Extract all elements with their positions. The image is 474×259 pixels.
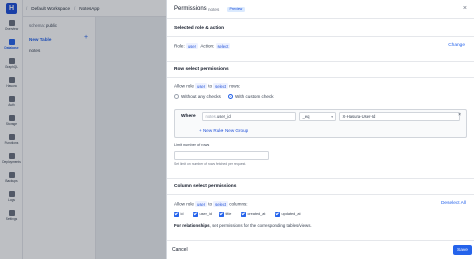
divider bbox=[167, 61, 474, 62]
close-icon[interactable]: × bbox=[463, 5, 467, 12]
where-rule-builder: Where notes.user_id _eq ▾ X-Hasura-User-I… bbox=[174, 109, 467, 138]
column-select[interactable]: notes.user_id bbox=[202, 112, 296, 121]
checkbox-checked-icon bbox=[174, 212, 179, 217]
selected-role-title: Selected role & action bbox=[174, 26, 225, 31]
checkbox-checked-icon bbox=[219, 212, 224, 217]
value-input[interactable]: X-Hasura-User-Id bbox=[339, 112, 460, 121]
column-checkbox-id[interactable]: id bbox=[174, 212, 183, 217]
column-checkbox-created-at[interactable]: created_at bbox=[241, 212, 265, 217]
checkbox-checked-icon bbox=[241, 212, 246, 217]
save-button[interactable]: Save bbox=[453, 245, 472, 255]
delete-rule-icon[interactable]: × bbox=[458, 112, 461, 118]
custom-check-radio[interactable]: With custom check bbox=[228, 94, 274, 100]
divider bbox=[167, 77, 474, 78]
change-button[interactable]: Change bbox=[448, 43, 465, 48]
relationships-note: For relationships, set permissions for t… bbox=[174, 223, 312, 228]
divider bbox=[167, 194, 474, 195]
drawer-title: Permissions bbox=[174, 6, 207, 12]
radio-selected-icon bbox=[228, 94, 233, 100]
limit-hint: Set limit on number of rows fetched per … bbox=[174, 162, 247, 166]
operator-select[interactable]: _eq ▾ bbox=[299, 112, 336, 121]
column-checkbox-updated-at[interactable]: updated_at bbox=[275, 212, 301, 217]
checkbox-checked-icon bbox=[193, 212, 198, 217]
radio-icon bbox=[174, 94, 179, 100]
new-group-button[interactable]: + New Group bbox=[221, 128, 248, 133]
checkbox-checked-icon bbox=[275, 212, 280, 217]
column-checkbox-user-id[interactable]: user_id bbox=[193, 212, 212, 217]
limit-label: Limit number of rows bbox=[174, 143, 210, 147]
column-checkbox-title[interactable]: title bbox=[219, 212, 231, 217]
preview-badge: Preview bbox=[227, 6, 245, 12]
selected-role-summary: Role: user Action: select bbox=[174, 43, 231, 49]
column-permissions-title: Column select permissions bbox=[174, 184, 237, 189]
drawer-footer: Cancel Save bbox=[167, 240, 474, 259]
row-allow-text: Allow role user to select rows: bbox=[174, 83, 241, 89]
action-chip: select bbox=[215, 43, 231, 49]
new-rule-button[interactable]: + New Rule bbox=[199, 128, 223, 133]
deselect-all-button[interactable]: Deselect All bbox=[441, 201, 466, 206]
chevron-down-icon: ▾ bbox=[331, 115, 333, 119]
divider bbox=[167, 178, 474, 179]
cancel-button[interactable]: Cancel bbox=[172, 247, 188, 253]
drawer-header: Permissions notes Preview × bbox=[167, 0, 474, 19]
divider bbox=[167, 36, 474, 37]
without-checks-radio[interactable]: Without any checks bbox=[174, 94, 221, 100]
role-chip: user bbox=[186, 43, 198, 49]
drawer-backdrop[interactable] bbox=[0, 0, 166, 259]
limit-input[interactable] bbox=[174, 151, 269, 160]
drawer-table-name: notes bbox=[208, 7, 220, 12]
row-permissions-title: Row select permissions bbox=[174, 67, 229, 72]
permissions-drawer: Permissions notes Preview × Selected rol… bbox=[166, 0, 474, 259]
where-label: Where bbox=[181, 114, 196, 119]
column-allow-text: Allow role user to select columns: bbox=[174, 201, 248, 207]
